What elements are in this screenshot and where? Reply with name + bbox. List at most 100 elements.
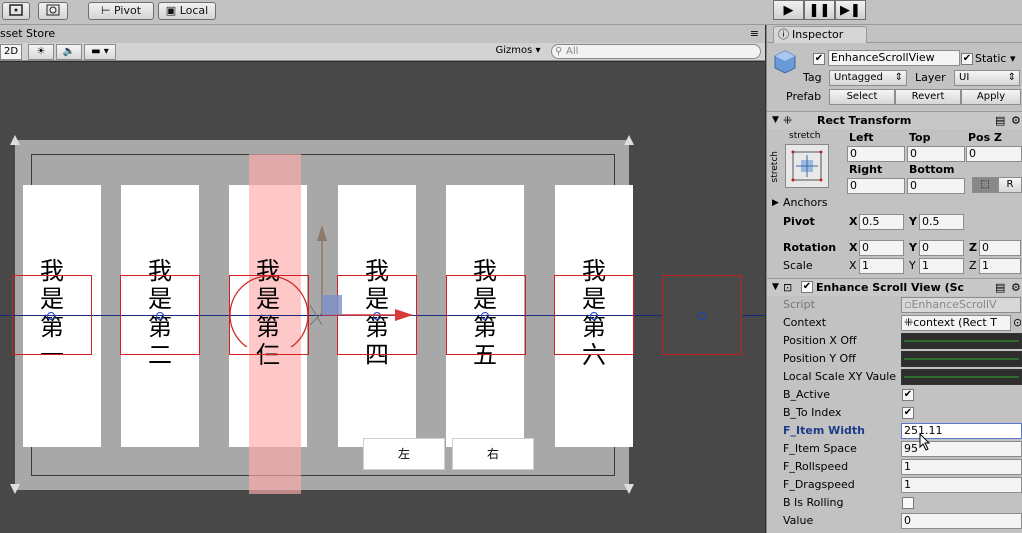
right-button[interactable]: 右 bbox=[452, 438, 534, 470]
scale-y-field[interactable]: 1 bbox=[919, 258, 964, 274]
local-label: Local bbox=[179, 4, 209, 17]
pivot-x-field[interactable]: 0.5 bbox=[859, 214, 904, 230]
gear-icon[interactable]: ⚙ bbox=[1011, 279, 1021, 296]
anchors-row[interactable]: ▶ Anchors bbox=[767, 194, 1022, 212]
rotation-y-value: 0 bbox=[922, 241, 929, 254]
left-field[interactable]: 0 bbox=[847, 146, 905, 162]
raw-edit-button[interactable]: R bbox=[998, 177, 1022, 193]
object-name-field[interactable]: EnhanceScrollView bbox=[828, 50, 960, 66]
inspector-tab[interactable]: ⓘ Inspector bbox=[773, 26, 867, 43]
bottom-value: 0 bbox=[910, 179, 917, 192]
help-book-icon[interactable]: ▤ bbox=[995, 279, 1005, 296]
b-to-index-checkbox[interactable]: ✔ bbox=[902, 407, 914, 419]
enhance-scroll-view-header[interactable]: ▼ ⊡ ✔ Enhance Scroll View (Sc ▤ ⚙ bbox=[767, 278, 1022, 296]
prefab-select-label: Select bbox=[846, 91, 878, 102]
prefab-select-button[interactable]: Select bbox=[829, 89, 895, 105]
scene-tab-bar: sset Store ≡ bbox=[0, 25, 765, 43]
rect-transform-title: Rect Transform bbox=[817, 114, 912, 127]
corner-handle-icon[interactable] bbox=[624, 484, 634, 494]
scale-x-value: 1 bbox=[862, 259, 869, 272]
rotation-z-field[interactable]: 0 bbox=[979, 240, 1021, 256]
rotation-label: Rotation bbox=[783, 241, 837, 254]
top-label: Top bbox=[909, 131, 931, 144]
step-button[interactable]: ▶❚ bbox=[835, 0, 866, 20]
rotation-y-field[interactable]: 0 bbox=[919, 240, 964, 256]
move-gizmo-icon[interactable] bbox=[225, 217, 425, 347]
context-field[interactable]: ⁜context (Rect T bbox=[901, 315, 1011, 331]
pivot-y-value: 0.5 bbox=[922, 215, 940, 228]
component-enabled-checkbox[interactable]: ✔ bbox=[801, 281, 813, 293]
stretch-label-side: stretch bbox=[770, 151, 780, 183]
right-field[interactable]: 0 bbox=[847, 178, 905, 194]
f-rollspeed-label: F_Rollspeed bbox=[783, 460, 849, 473]
pivot-dot-icon bbox=[481, 312, 489, 320]
foldout-arrow-icon: ▶ bbox=[772, 198, 779, 208]
b-active-checkbox[interactable]: ✔ bbox=[902, 389, 914, 401]
pivot-y-field[interactable]: 0.5 bbox=[919, 214, 964, 230]
scene-search-input[interactable]: ⚲ All bbox=[551, 44, 761, 59]
scene-view[interactable]: 我是第一 我是第二 我是第仨 我是第四 我是第五 我是第六 左 右 bbox=[0, 62, 765, 533]
corner-handle-icon[interactable] bbox=[10, 135, 20, 145]
rect-transform-icon: ⁜ bbox=[783, 114, 793, 127]
chevron-down-icon[interactable]: ▾ bbox=[1010, 50, 1016, 68]
position-x-curve-field[interactable] bbox=[901, 333, 1022, 349]
layer-dropdown[interactable]: UI ⇕ bbox=[954, 70, 1020, 86]
image-icon: ▬ bbox=[91, 46, 101, 57]
gizmos-dropdown[interactable]: Gizmos ▾ bbox=[490, 44, 546, 60]
f-item-width-row: F_Item Width 251.11 bbox=[767, 422, 1022, 440]
z-label: Z bbox=[969, 259, 977, 272]
corner-handle-icon[interactable] bbox=[10, 484, 20, 494]
local-scale-label: Local Scale XY Vaule bbox=[783, 370, 897, 383]
bottom-field[interactable]: 0 bbox=[907, 178, 965, 194]
f-rollspeed-field[interactable]: 1 bbox=[901, 459, 1022, 475]
left-label: Left bbox=[849, 131, 874, 144]
value-field[interactable]: 0 bbox=[901, 513, 1022, 529]
gear-icon[interactable]: ⚙ bbox=[1011, 112, 1021, 129]
left-button[interactable]: 左 bbox=[363, 438, 445, 470]
posz-label: Pos Z bbox=[968, 131, 1002, 144]
y-label: Y bbox=[909, 215, 917, 228]
lighting-toggle[interactable]: ☀ bbox=[28, 44, 54, 60]
anchor-preset-button[interactable] bbox=[785, 144, 829, 188]
pivot-toggle-button[interactable]: ⊢ Pivot bbox=[88, 2, 154, 20]
asset-store-tab[interactable]: sset Store bbox=[0, 27, 55, 40]
b-is-rolling-checkbox[interactable] bbox=[902, 497, 914, 509]
transform-tool-icon[interactable] bbox=[38, 2, 68, 20]
panel-menu-icon[interactable]: ≡ bbox=[750, 25, 759, 43]
corner-handle-icon[interactable] bbox=[624, 135, 634, 145]
pause-button[interactable]: ❚❚ bbox=[804, 0, 835, 20]
blueprint-mode-button[interactable]: ⬚ bbox=[972, 177, 998, 193]
effects-dropdown[interactable]: ▬ ▾ bbox=[84, 44, 116, 60]
play-controls: ▶ ❚❚ ▶❚ bbox=[773, 0, 871, 22]
position-y-curve-field[interactable] bbox=[901, 351, 1022, 367]
pivot-x-value: 0.5 bbox=[862, 215, 880, 228]
cube-icon: ▣ bbox=[165, 4, 177, 17]
rotation-x-field[interactable]: 0 bbox=[859, 240, 904, 256]
scale-label: Scale bbox=[783, 259, 813, 272]
rotation-row: Rotation X 0 Y 0 Z 0 bbox=[767, 239, 1022, 257]
f-item-width-label: F_Item Width bbox=[783, 424, 865, 437]
top-field[interactable]: 0 bbox=[907, 146, 965, 162]
prefab-apply-button[interactable]: Apply bbox=[961, 89, 1021, 105]
posz-field[interactable]: 0 bbox=[966, 146, 1022, 162]
scale-z-field[interactable]: 1 bbox=[979, 258, 1021, 274]
audio-toggle[interactable]: 🔈 bbox=[56, 44, 82, 60]
context-label: Context bbox=[783, 316, 827, 329]
local-toggle-button[interactable]: ▣ Local bbox=[158, 2, 216, 20]
mode-2d-button[interactable]: 2D bbox=[0, 44, 22, 60]
active-checkbox[interactable]: ✔ bbox=[813, 53, 825, 65]
rect-transform-header[interactable]: ▼ ⁜ Rect Transform ▤ ⚙ bbox=[767, 111, 1022, 129]
f-dragspeed-field[interactable]: 1 bbox=[901, 477, 1022, 493]
play-button[interactable]: ▶ bbox=[773, 0, 804, 20]
scale-x-field[interactable]: 1 bbox=[859, 258, 904, 274]
prefab-revert-button[interactable]: Revert bbox=[895, 89, 961, 105]
static-checkbox[interactable]: ✔ bbox=[961, 53, 973, 65]
script-row: Script ▫EnhanceScrollV bbox=[767, 296, 1022, 314]
x-label: X bbox=[849, 241, 858, 254]
f-dragspeed-row: F_Dragspeed 1 bbox=[767, 476, 1022, 494]
rect-tool-icon[interactable] bbox=[2, 2, 30, 20]
local-scale-curve-field[interactable] bbox=[901, 369, 1022, 385]
tag-dropdown[interactable]: Untagged ⇕ bbox=[829, 70, 907, 86]
object-picker-icon[interactable]: ⊙ bbox=[1013, 314, 1022, 332]
help-book-icon[interactable]: ▤ bbox=[995, 112, 1005, 129]
